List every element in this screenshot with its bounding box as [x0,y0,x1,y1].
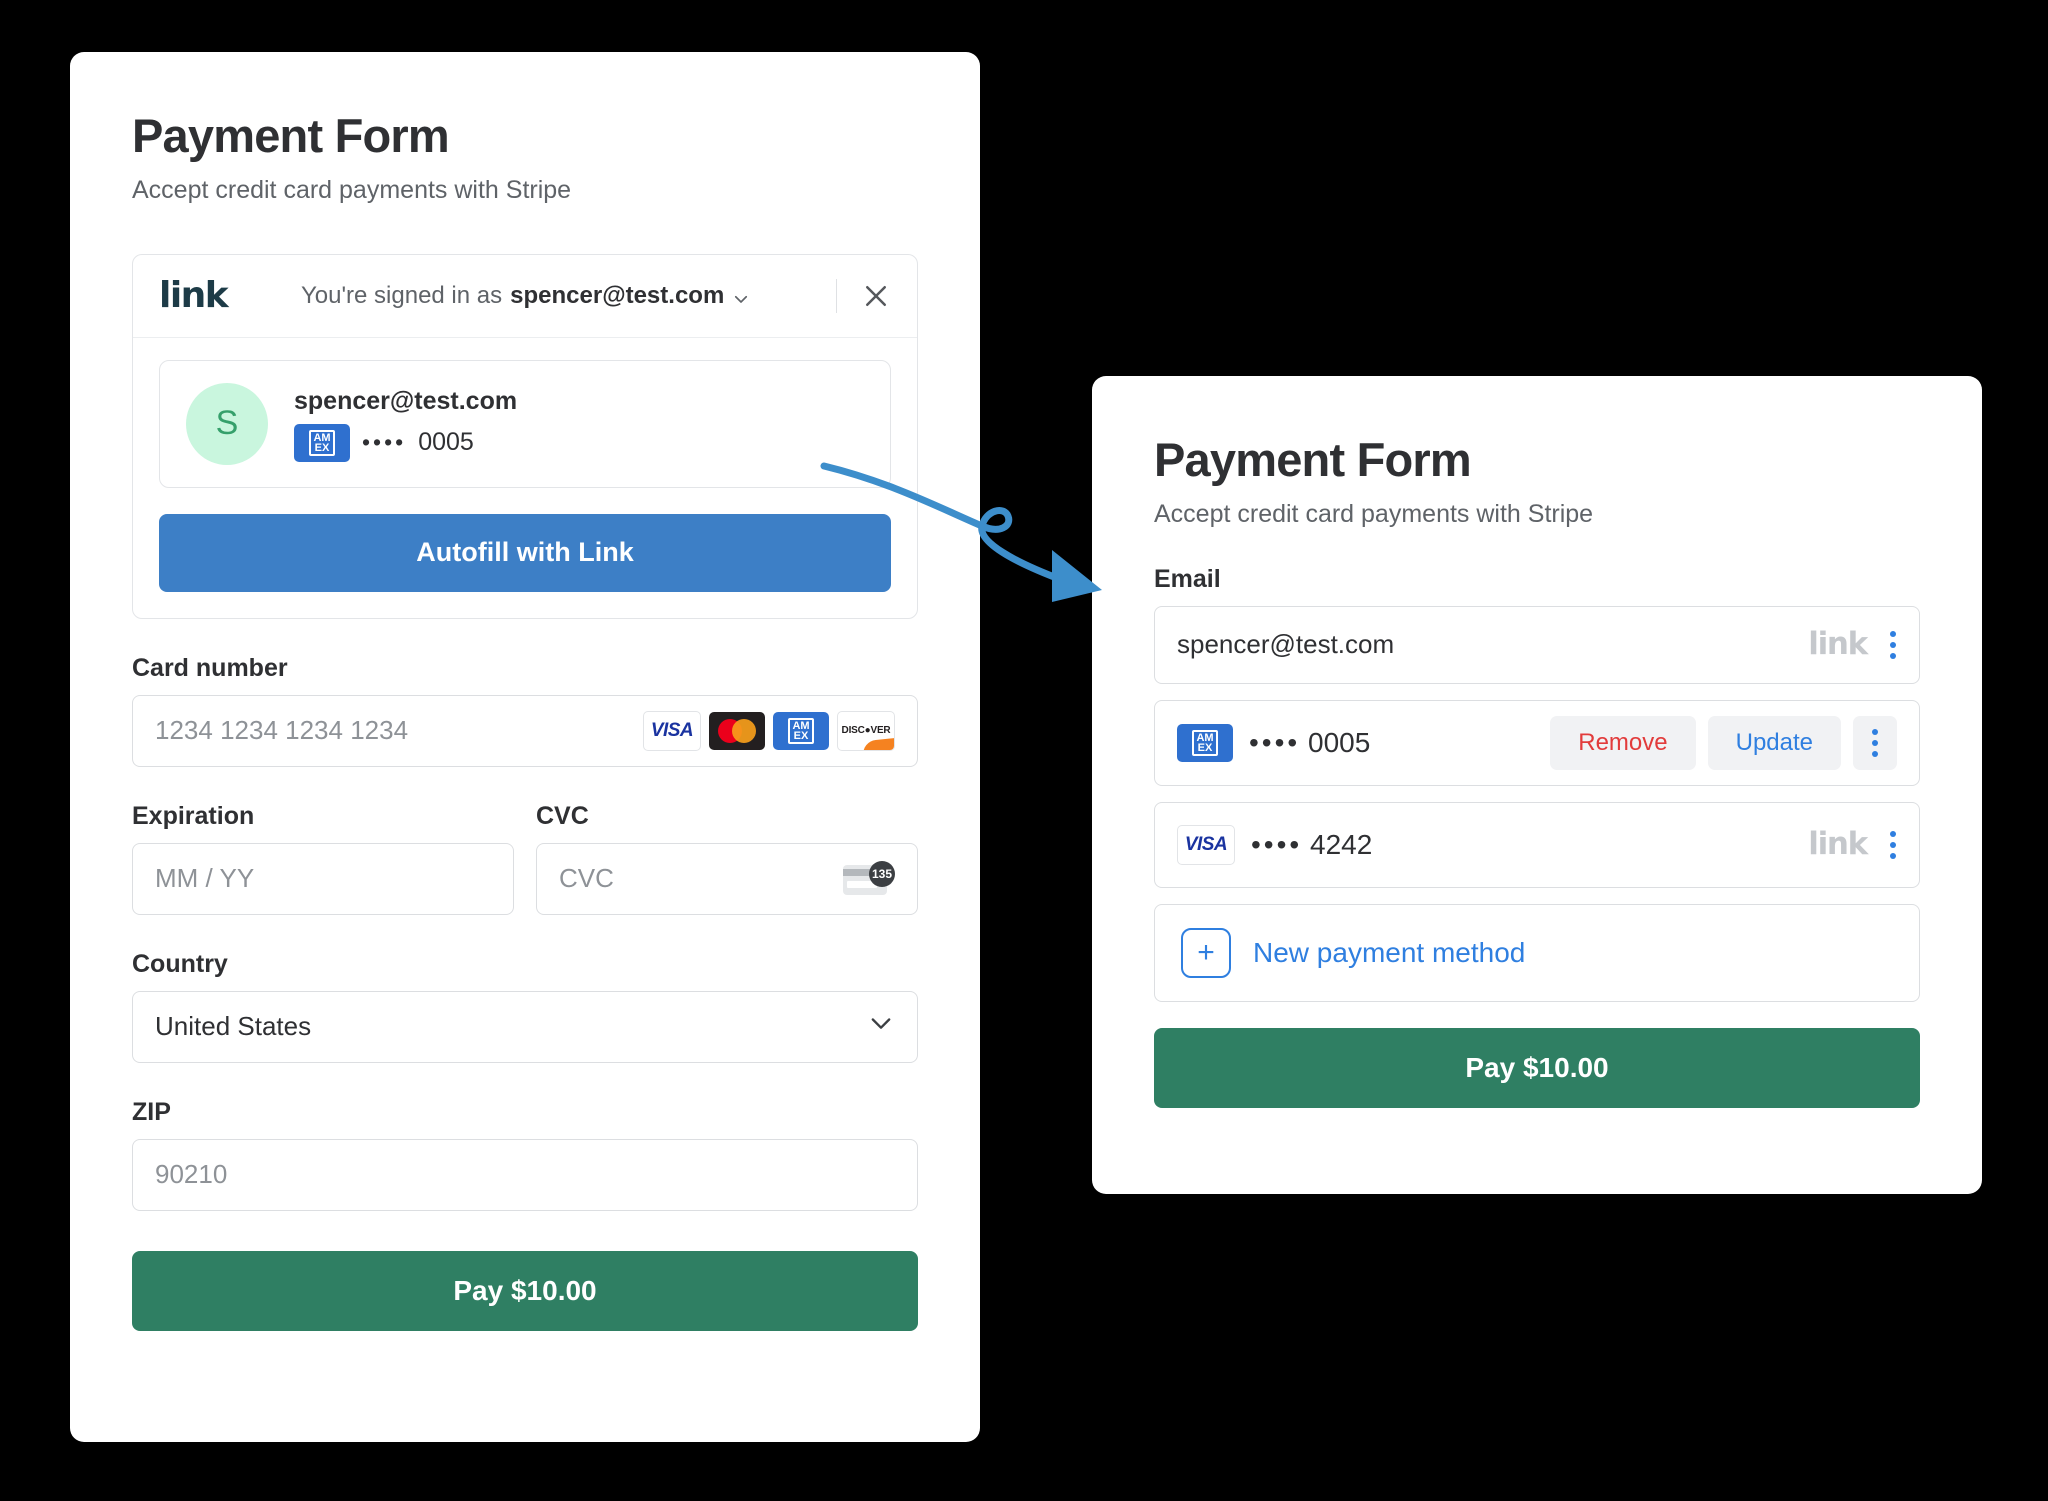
expiration-placeholder: MM / YY [155,863,255,894]
zip-input[interactable]: 90210 [132,1138,918,1211]
cvc-field-block: CVC CVC 135 [536,801,918,915]
card-dots: •••• [1249,726,1301,758]
link-logo: link [1808,626,1868,663]
pay-button[interactable]: Pay $10.00 [132,1250,918,1331]
expiration-cvc-row: Expiration MM / YY CVC CVC 135 [132,801,918,915]
card-last4: 0005 [1308,726,1371,758]
payment-method-number: •••• 4242 [1251,829,1372,861]
discover-icon: DISC●VER [837,710,895,751]
email-field-block: Email spencer@test.com link [1154,564,1920,684]
email-input[interactable]: spencer@test.com link [1154,605,1920,684]
country-field-block: Country United States [132,949,918,1063]
account-card-line: AM EX •••• 0005 [294,423,517,462]
avatar: S [186,382,268,465]
new-payment-method-button[interactable]: + New payment method [1154,903,1920,1002]
close-icon[interactable] [861,281,891,311]
cvc-placeholder: CVC [559,863,614,894]
link-signed-in-status: You're signed in as spencer@test.com [227,282,824,310]
left-payment-form-panel: Payment Form Accept credit card payments… [70,52,980,1442]
page-title: Payment Form [132,109,450,162]
divider [836,278,837,313]
account-email: spencer@test.com [294,387,518,416]
card-dots: •••• [362,429,407,455]
pay-button[interactable]: Pay $10.00 [1154,1027,1920,1108]
card-last4: 0005 [418,428,474,456]
payment-method-number: •••• 0005 [1249,727,1370,759]
cvc-input[interactable]: CVC 135 [536,842,918,915]
zip-placeholder: 90210 [155,1159,228,1190]
chevron-down-icon[interactable] [867,1009,895,1044]
expiration-field-block: Expiration MM / YY [132,801,514,915]
expiration-input[interactable]: MM / YY [132,842,514,915]
amex-card-icon: AM EX [294,423,350,462]
payment-method-row[interactable]: AM EX •••• 0005 Remove Update [1154,699,1920,786]
visa-icon: VISA [1177,824,1235,865]
card-brand-icons: VISA AM EX DISC●VER [643,710,895,751]
country-label: Country [132,949,228,978]
page-subtitle: Accept credit card payments with Stripe [132,175,572,204]
country-select[interactable]: United States [132,990,918,1063]
avatar-initial: S [215,404,239,443]
link-logo: link [159,274,229,316]
kebab-menu-icon[interactable] [1853,715,1897,770]
card-number-input[interactable]: 1234 1234 1234 1234 VISA AM EX DISC●VER [132,694,918,767]
plus-icon: + [1181,927,1231,978]
card-dots: •••• [1251,828,1303,860]
card-number-field-block: Card number 1234 1234 1234 1234 VISA AM E… [132,653,918,767]
expiration-label: Expiration [132,801,255,830]
new-payment-method-label: New payment method [1253,936,1526,968]
signed-in-email: spencer@test.com [510,281,725,309]
link-account-card[interactable]: S spencer@test.com AM EX •••• 0005 [159,359,891,488]
zip-field-block: ZIP 90210 [132,1097,918,1211]
zip-label: ZIP [132,1097,171,1126]
email-label: Email [1154,564,1221,593]
visa-icon: VISA [643,710,701,751]
link-logo: link [1808,826,1868,863]
amex-icon: AM EX [773,711,829,750]
right-payment-form-panel: Payment Form Accept credit card payments… [1092,376,1982,1194]
kebab-menu-icon[interactable] [1889,630,1897,659]
card-number-placeholder: 1234 1234 1234 1234 [155,715,409,746]
signed-in-prefix: You're signed in as [300,281,503,309]
link-banner-body: S spencer@test.com AM EX •••• 0005 Autof… [133,338,917,618]
payment-method-row[interactable]: VISA •••• 4242 link [1154,801,1920,888]
mastercard-icon [709,711,765,750]
card-number-label: Card number [132,653,288,682]
cvc-hint-icon: 135 [843,860,895,897]
kebab-menu-icon[interactable] [1889,830,1897,859]
country-value: United States [155,1011,312,1042]
update-button[interactable]: Update [1707,715,1841,770]
remove-button[interactable]: Remove [1550,715,1696,770]
chevron-down-icon[interactable] [732,287,750,305]
cvc-hint-badge: 135 [869,860,895,887]
page-subtitle: Accept credit card payments with Stripe [1154,499,1594,528]
amex-icon: AM EX [1177,723,1233,762]
link-banner: link You're signed in as spencer@test.co… [132,253,918,619]
page-title: Payment Form [1154,433,1472,486]
autofill-with-link-button[interactable]: Autofill with Link [159,513,891,592]
email-value: spencer@test.com [1177,629,1395,660]
link-banner-header: link You're signed in as spencer@test.co… [133,255,917,338]
card-last4: 4242 [1310,828,1373,860]
cvc-label: CVC [536,801,589,830]
